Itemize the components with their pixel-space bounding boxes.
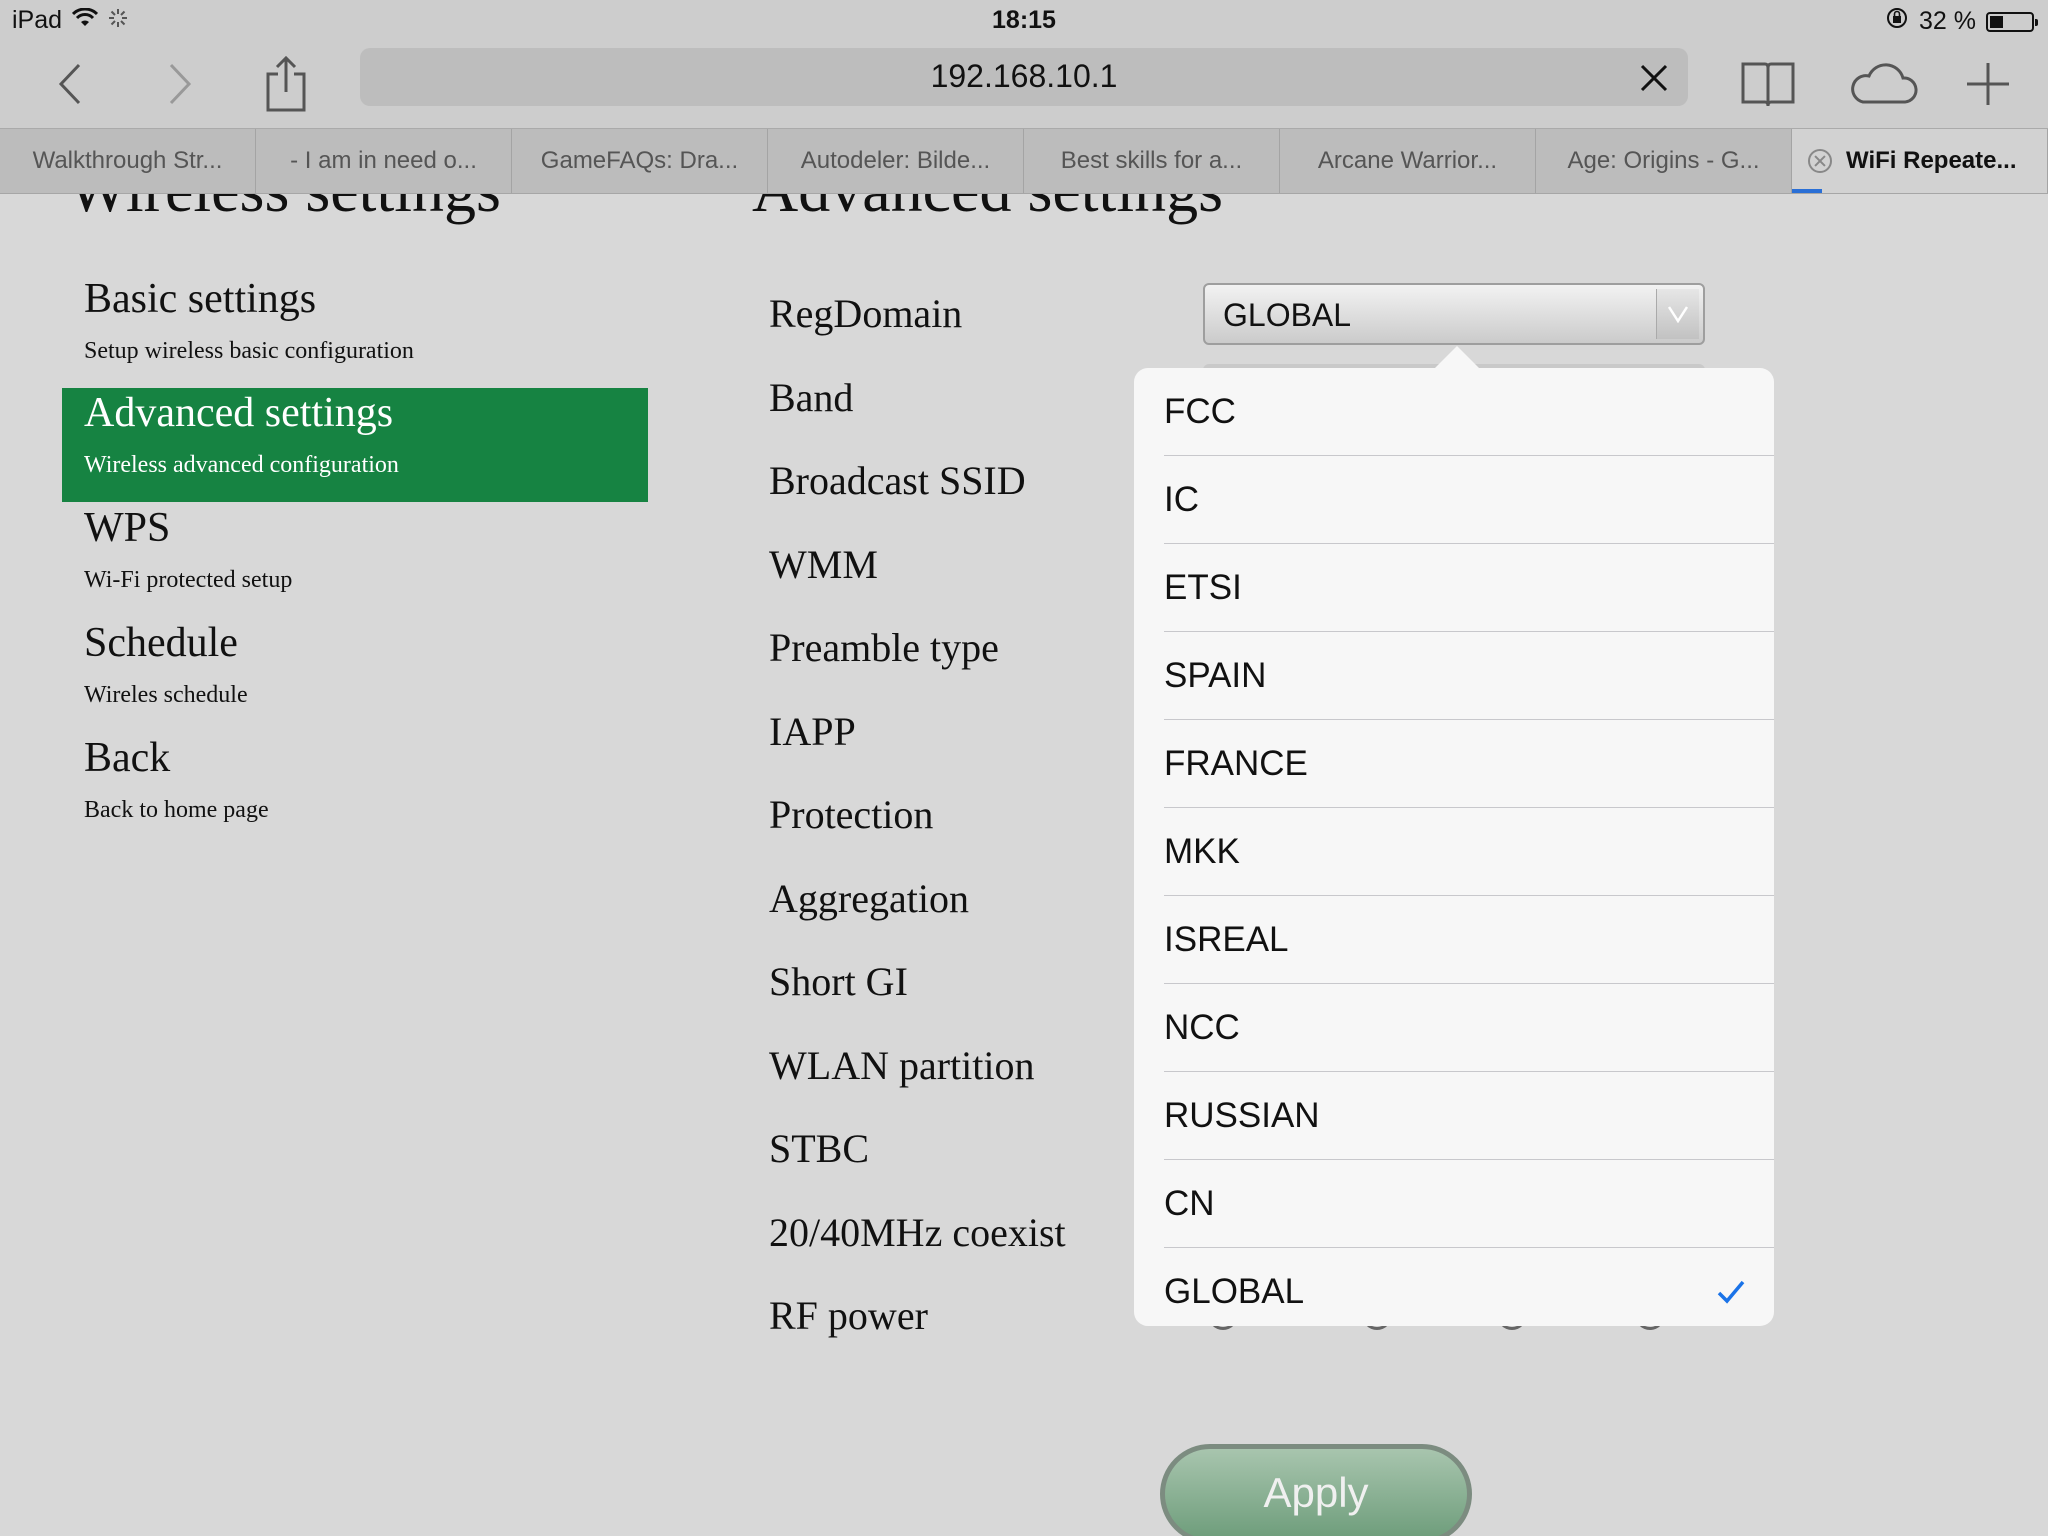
option-label: FCC xyxy=(1164,392,1236,431)
option-russian[interactable]: RUSSIAN xyxy=(1164,1072,1774,1160)
menu-item-basic-settings[interactable]: Basic settings Setup wireless basic conf… xyxy=(62,274,648,374)
dropdown-button[interactable] xyxy=(1656,289,1699,339)
clock: 18:15 xyxy=(992,6,1056,34)
menu-item-desc: Setup wireless basic configuration xyxy=(84,338,414,364)
option-global[interactable]: GLOBAL xyxy=(1164,1248,1774,1326)
option-etsi[interactable]: ETSI xyxy=(1164,544,1774,632)
menu-item-title: Advanced settings xyxy=(84,390,394,436)
tab-active[interactable]: WiFi Repeate... xyxy=(1792,129,2048,193)
menu-item-advanced-settings[interactable]: Advanced settings Wireless advanced conf… xyxy=(62,388,648,502)
option-label: RUSSIAN xyxy=(1164,1096,1320,1135)
wmm-label: WMM xyxy=(769,542,878,587)
new-tab-button[interactable] xyxy=(1956,52,2020,116)
option-ic[interactable]: IC xyxy=(1164,456,1774,544)
option-label: FRANCE xyxy=(1164,744,1308,783)
stbc-label: STBC xyxy=(769,1126,870,1171)
chevron-down-icon xyxy=(1667,306,1689,323)
wireless-settings-heading: Wireless settings xyxy=(68,194,501,230)
option-label: ETSI xyxy=(1164,568,1242,607)
chevron-left-icon xyxy=(58,63,81,105)
option-mkk[interactable]: MKK xyxy=(1164,808,1774,896)
close-icon xyxy=(1640,64,1668,92)
tab[interactable]: GameFAQs: Dra... xyxy=(512,129,768,193)
aggregation-label: Aggregation xyxy=(769,876,969,921)
menu-item-desc: Back to home page xyxy=(84,797,269,823)
menu-item-title: WPS xyxy=(84,505,171,551)
back-button[interactable] xyxy=(38,52,102,116)
menu-item-title: Basic settings xyxy=(84,276,317,322)
advanced-settings-heading: Advanced settings xyxy=(752,194,1223,230)
option-label: ISREAL xyxy=(1164,920,1289,959)
option-label: MKK xyxy=(1164,832,1240,871)
tab[interactable]: Age: Origins - G... xyxy=(1536,129,1792,193)
share-icon xyxy=(266,56,306,112)
forward-button[interactable] xyxy=(148,52,212,116)
menu-item-desc: Wi-Fi protected setup xyxy=(84,567,293,593)
checkmark-icon xyxy=(1717,1280,1745,1304)
option-label: SPAIN xyxy=(1164,656,1267,695)
status-bar: iPad 18:15 32 % xyxy=(0,0,2048,42)
option-spain[interactable]: SPAIN xyxy=(1164,632,1774,720)
tab-loading-indicator xyxy=(1792,189,1822,193)
address-bar[interactable]: 192.168.10.1 xyxy=(360,48,1688,106)
preamble-type-label: Preamble type xyxy=(769,625,999,670)
icloud-tabs-button[interactable] xyxy=(1848,52,1920,116)
option-ncc[interactable]: NCC xyxy=(1164,984,1774,1072)
chevron-right-icon xyxy=(169,63,192,105)
apply-button[interactable]: Apply xyxy=(1160,1444,1472,1536)
short-gi-label: Short GI xyxy=(769,959,908,1004)
menu-item-desc: Wireles schedule xyxy=(84,682,248,708)
menu-item-wps[interactable]: WPS Wi-Fi protected setup xyxy=(62,503,648,603)
option-france[interactable]: FRANCE xyxy=(1164,720,1774,808)
browser-toolbar: 192.168.10.1 xyxy=(0,42,2048,128)
option-isreal[interactable]: ISREAL xyxy=(1164,896,1774,984)
option-label: NCC xyxy=(1164,1008,1240,1047)
url-text: 192.168.10.1 xyxy=(930,58,1118,94)
wlan-partition-label: WLAN partition xyxy=(769,1043,1035,1088)
protection-label: Protection xyxy=(769,792,934,837)
band-label: Band xyxy=(769,375,854,420)
menu-item-title: Back xyxy=(84,735,171,781)
option-cn[interactable]: CN xyxy=(1164,1160,1774,1248)
menu-item-title: Schedule xyxy=(84,620,238,666)
close-tab-icon[interactable] xyxy=(1808,149,1832,173)
option-label: IC xyxy=(1164,480,1199,519)
tab[interactable]: Walkthrough Str... xyxy=(0,129,256,193)
tab[interactable]: Autodeler: Bilde... xyxy=(768,129,1024,193)
orientation-lock-icon xyxy=(1885,6,1909,37)
clear-url-button[interactable] xyxy=(1634,58,1674,98)
iapp-label: IAPP xyxy=(769,709,856,754)
plus-icon xyxy=(1967,63,2009,105)
cloud-icon xyxy=(1851,63,1918,104)
regdomain-select[interactable]: GLOBAL xyxy=(1203,283,1705,345)
option-label: CN xyxy=(1164,1184,1215,1223)
rf-power-label: RF power xyxy=(769,1293,928,1338)
share-button[interactable] xyxy=(254,52,318,116)
regdomain-options-popover: FCC IC ETSI SPAIN FRANCE MKK ISREAL NCC … xyxy=(1134,368,1774,1326)
tab-label: WiFi Repeate... xyxy=(1846,147,2017,174)
bookmarks-button[interactable] xyxy=(1736,52,1800,116)
regdomain-label: RegDomain xyxy=(769,291,963,336)
page-content: Wireless settings Advanced settings Basi… xyxy=(0,194,2048,1536)
battery-percent: 32 % xyxy=(1919,7,1976,35)
regdomain-value: GLOBAL xyxy=(1223,297,1352,333)
book-icon xyxy=(1741,62,1795,107)
popover-arrow xyxy=(1435,346,1479,368)
coexist-label: 20/40MHz coexist xyxy=(769,1210,1066,1255)
tab-bar: Walkthrough Str... - I am in need o... G… xyxy=(0,128,2048,194)
broadcast-ssid-label: Broadcast SSID xyxy=(769,458,1026,503)
option-label: GLOBAL xyxy=(1164,1272,1305,1311)
tab[interactable]: - I am in need o... xyxy=(256,129,512,193)
menu-item-desc: Wireless advanced configuration xyxy=(84,452,399,478)
menu-item-schedule[interactable]: Schedule Wireles schedule xyxy=(62,618,648,718)
option-fcc[interactable]: FCC xyxy=(1164,368,1774,456)
tab[interactable]: Best skills for a... xyxy=(1024,129,1280,193)
battery-icon xyxy=(1986,11,2038,32)
tab[interactable]: Arcane Warrior... xyxy=(1280,129,1536,193)
menu-item-back[interactable]: Back Back to home page xyxy=(62,733,648,833)
